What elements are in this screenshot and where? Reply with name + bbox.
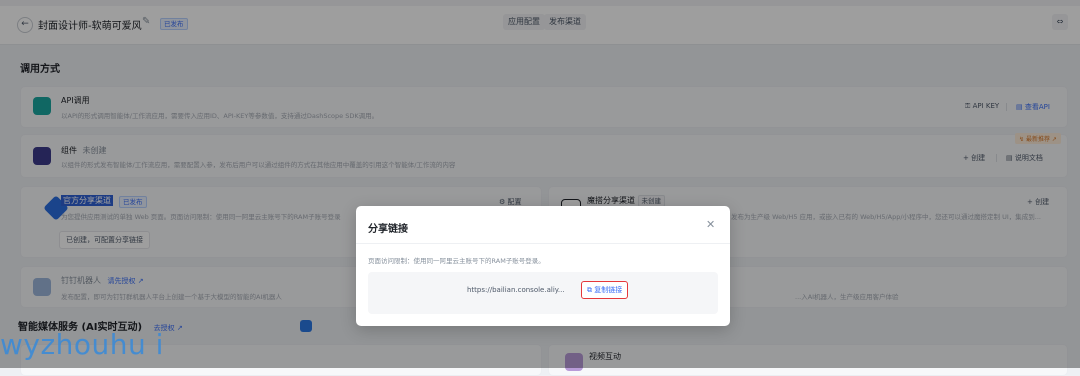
modal-divider [356,243,730,244]
modal-desc: 页面访问限制：使用同一阿里云主账号下的RAM子账号登录。 [368,257,545,265]
share-link-box: https://bailian.console.aliy... ⧉ 复制链接 [368,272,718,314]
copy-link-button[interactable]: ⧉ 复制链接 [581,281,629,299]
share-link-modal: 分享链接 ✕ 页面访问限制：使用同一阿里云主账号下的RAM子账号登录。 http… [356,206,730,326]
share-url[interactable]: https://bailian.console.aliy... [467,286,582,294]
copy-link-label: 复制链接 [594,286,623,294]
watermark: wyzhouhu i [0,328,164,361]
modal-title: 分享链接 [368,224,408,235]
close-icon[interactable]: ✕ [706,218,715,231]
